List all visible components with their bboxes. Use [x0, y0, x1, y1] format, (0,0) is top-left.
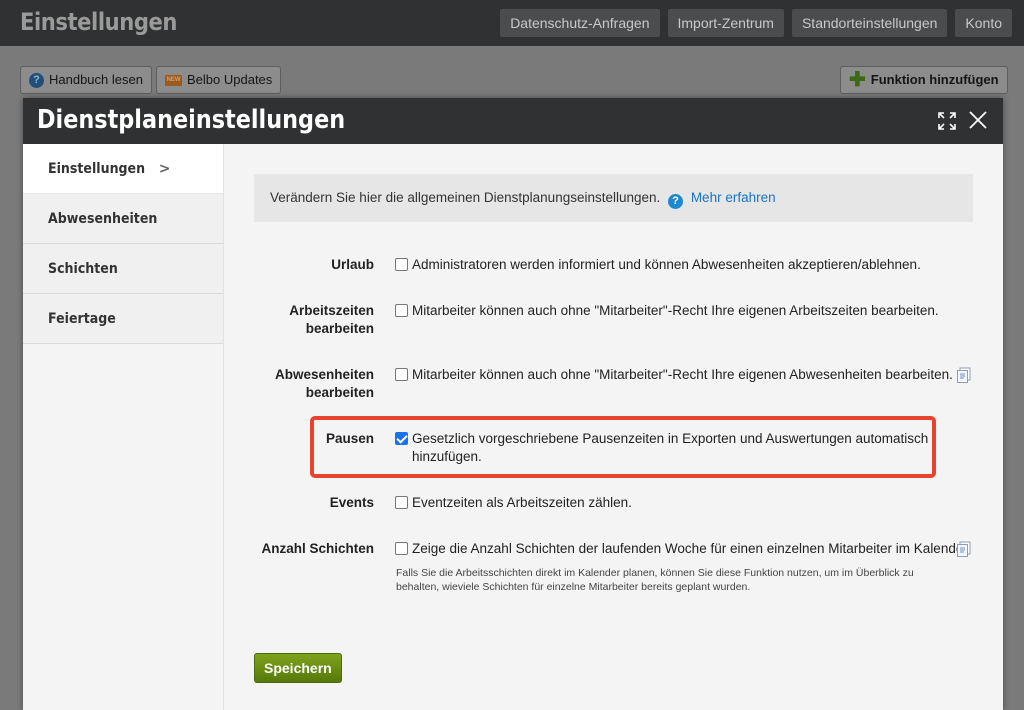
save-button[interactable]: Speichern: [254, 653, 342, 683]
new-badge-icon: NEW: [165, 74, 182, 86]
nav-datenschutz[interactable]: Datenschutz-Anfragen: [500, 9, 660, 37]
sidebar-item-schichten[interactable]: Schichten: [23, 244, 223, 294]
sidebar-item-feiertage[interactable]: Feiertage: [23, 294, 223, 344]
setting-label: Urlaub: [331, 257, 374, 272]
sidebar-item-abwesenheiten[interactable]: Abwesenheiten: [23, 194, 223, 244]
nav-standorte[interactable]: Standorteinstellungen: [791, 9, 948, 37]
info-box: Verändern Sie hier die allgemeinen Diens…: [254, 174, 973, 222]
setting-note: Falls Sie die Arbeitsschichten direkt im…: [396, 567, 914, 593]
copy-document-icon[interactable]: [956, 367, 972, 383]
setting-label: Abwesenheiten bearbeiten: [274, 367, 374, 400]
copy-document-icon[interactable]: [956, 541, 972, 557]
manual-label: Handbuch lesen: [49, 72, 143, 87]
setting-checkbox-abwesenheiten[interactable]: [395, 368, 408, 381]
sidebar-item-label: Abwesenheiten: [48, 211, 158, 227]
setting-checkbox-events[interactable]: [395, 496, 408, 509]
setting-text: Zeige die Anzahl Schichten der laufenden…: [412, 541, 971, 556]
setting-checkbox-arbeitszeiten[interactable]: [395, 304, 408, 317]
setting-text: Mitarbeiter können auch ohne "Mitarbeite…: [412, 367, 953, 382]
setting-label: Events: [329, 495, 374, 510]
help-icon[interactable]: ?: [668, 194, 684, 209]
sidebar-item-einstellungen[interactable]: Einstellungen >: [23, 144, 223, 194]
info-text: Verändern Sie hier die allgemeinen Diens…: [270, 190, 661, 205]
setting-label: Anzahl Schichten: [261, 541, 374, 556]
settings-modal: Dienstplaneinstellungen Einstellungen > …: [23, 98, 1003, 710]
modal-header: Dienstplaneinstellungen: [23, 98, 1003, 144]
setting-checkbox-urlaub[interactable]: [395, 258, 408, 271]
plus-icon: ✚: [849, 69, 866, 91]
updates-label: Belbo Updates: [187, 72, 273, 87]
add-function-label: Funktion hinzufügen: [870, 72, 999, 87]
setting-checkbox-anzahl-schichten[interactable]: [395, 542, 408, 555]
app-title: Einstellungen: [20, 8, 178, 36]
modal-content: Verändern Sie hier die allgemeinen Diens…: [224, 144, 1003, 710]
modal-title: Dienstplaneinstellungen: [37, 105, 346, 135]
nav-import[interactable]: Import-Zentrum: [667, 9, 784, 37]
add-function-button[interactable]: ✚ Funktion hinzufügen: [840, 66, 1008, 94]
close-icon[interactable]: [967, 109, 989, 131]
sidebar-item-label: Feiertage: [48, 311, 116, 327]
setting-text: Administratoren werden informiert und kö…: [412, 257, 921, 272]
nav-konto[interactable]: Konto: [955, 9, 1012, 37]
sidebar-item-label: Schichten: [48, 261, 118, 277]
chevron-right-icon: >: [158, 161, 171, 177]
top-nav: Datenschutz-Anfragen Import-Zentrum Stan…: [500, 9, 1012, 37]
top-bar: Einstellungen Datenschutz-Anfragen Impor…: [0, 0, 1024, 46]
expand-icon[interactable]: [937, 111, 957, 131]
sidebar-item-label: Einstellungen: [48, 161, 146, 177]
updates-button[interactable]: NEW Belbo Updates: [156, 66, 282, 94]
setting-text: Eventzeiten als Arbeitszeiten zählen.: [412, 495, 632, 510]
modal-sidebar: Einstellungen > Abwesenheiten Schichten …: [23, 144, 224, 710]
highlight-frame: [310, 416, 936, 478]
setting-label: Arbeitszeiten bearbeiten: [289, 303, 374, 336]
manual-button[interactable]: ? Handbuch lesen: [20, 66, 152, 94]
more-info-link[interactable]: Mehr erfahren: [691, 190, 776, 205]
setting-text: Mitarbeiter können auch ohne "Mitarbeite…: [412, 303, 939, 318]
question-icon: ?: [29, 72, 44, 88]
